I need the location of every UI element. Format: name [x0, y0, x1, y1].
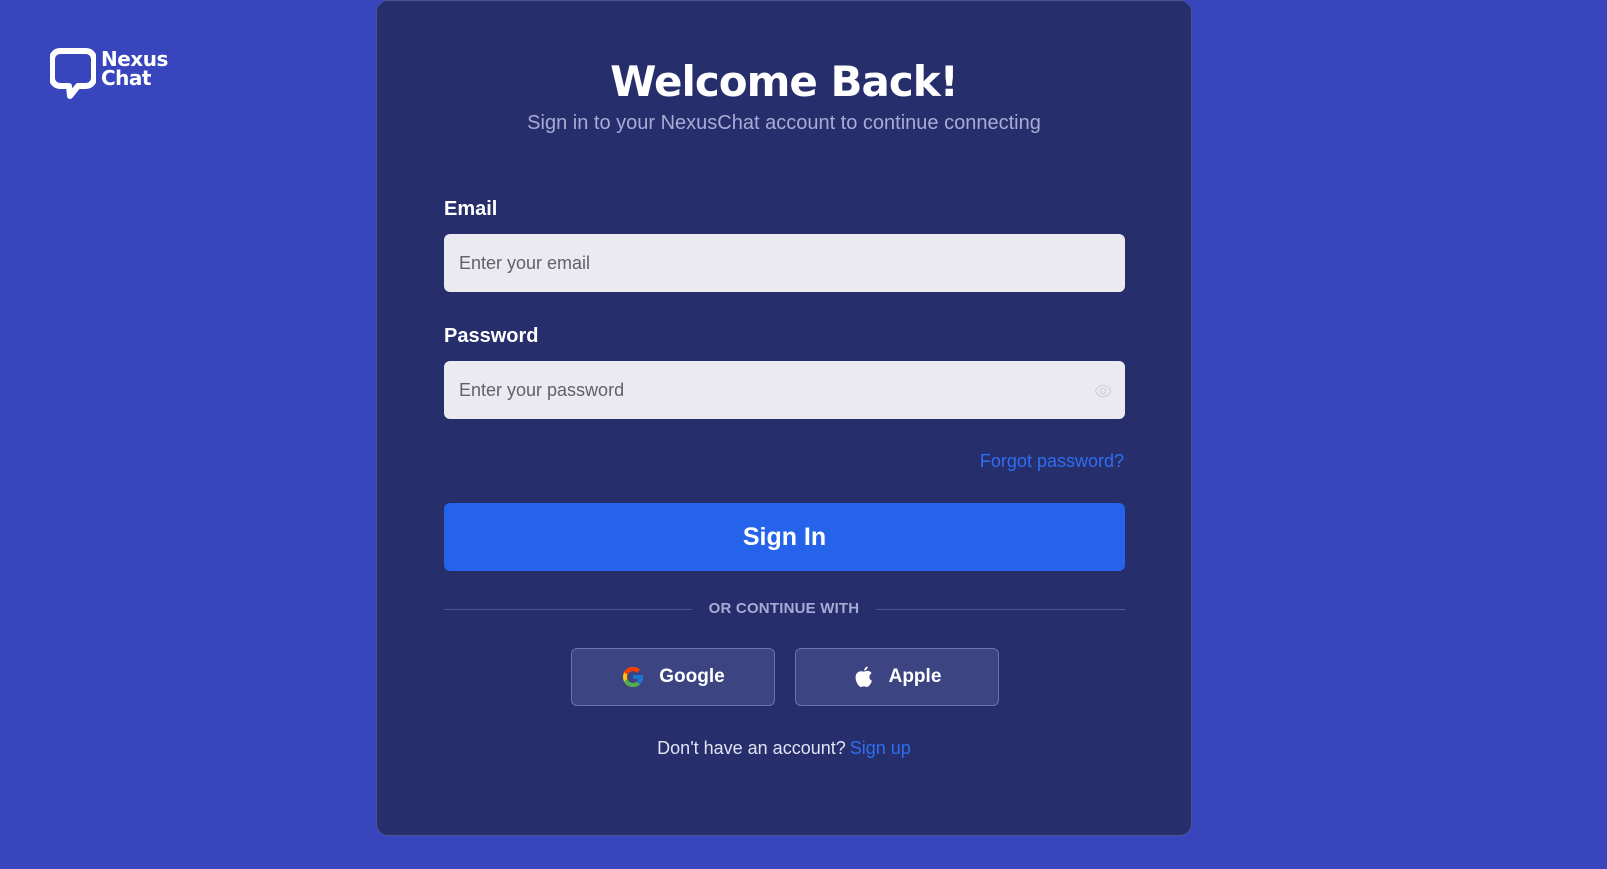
apple-icon [855, 666, 872, 687]
page-title: Welcome Back! [610, 57, 959, 106]
sign-in-button[interactable]: Sign In [444, 503, 1125, 571]
google-sign-in-button[interactable]: Google [571, 648, 775, 706]
apple-button-label: Apple [888, 666, 942, 687]
eye-icon[interactable] [1094, 382, 1112, 400]
signup-prompt: Don't have an account? [657, 738, 846, 758]
brand-name-line2: Chat [101, 66, 151, 90]
divider-text: OR CONTINUE WITH [708, 600, 860, 617]
password-label: Password [444, 325, 539, 347]
forgot-password-link[interactable]: Forgot password? [980, 451, 1124, 472]
password-input[interactable] [444, 361, 1125, 419]
brand-name: Nexus Chat [101, 49, 168, 90]
login-card: Welcome Back! Sign in to your NexusChat … [376, 0, 1192, 836]
speech-bubble-icon [50, 48, 96, 99]
email-label: Email [444, 198, 498, 220]
google-button-label: Google [659, 666, 725, 687]
signup-row: Don't have an account? Sign up [377, 738, 1191, 759]
email-input[interactable] [444, 234, 1125, 292]
apple-sign-in-button[interactable]: Apple [795, 648, 999, 706]
page-subtitle: Sign in to your NexusChat account to con… [527, 112, 1041, 134]
sign-up-link[interactable]: Sign up [850, 738, 911, 758]
brand-logo[interactable]: Nexus Chat [50, 47, 168, 100]
google-icon [623, 667, 644, 687]
